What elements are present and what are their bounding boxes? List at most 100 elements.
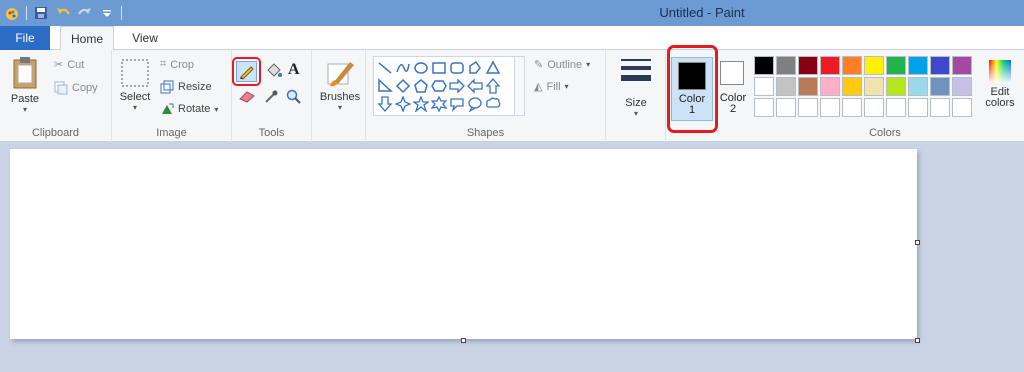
palette-swatch[interactable] bbox=[886, 56, 906, 75]
paste-label: Paste bbox=[10, 93, 40, 105]
triangle-shape-icon[interactable] bbox=[485, 60, 501, 76]
chevron-down-icon: ▾ bbox=[132, 103, 137, 112]
rectangle-shape-icon[interactable] bbox=[431, 60, 447, 76]
rotate-icon bbox=[162, 103, 174, 114]
up-arrow-shape-icon[interactable] bbox=[485, 78, 501, 94]
outline-button[interactable]: ✎ Outline ▾ bbox=[534, 58, 590, 72]
resize-icon bbox=[160, 80, 174, 94]
right-triangle-shape-icon[interactable] bbox=[377, 78, 393, 94]
magnifier-icon bbox=[286, 89, 301, 104]
rotate-button[interactable]: Rotate ▾ bbox=[160, 102, 218, 116]
color2-number: 2 bbox=[729, 103, 737, 115]
palette-swatch[interactable] bbox=[886, 77, 906, 96]
palette-swatch[interactable] bbox=[930, 98, 950, 117]
rounded-callout-shape-icon[interactable] bbox=[449, 96, 465, 112]
color-palette bbox=[754, 56, 995, 118]
palette-swatch[interactable] bbox=[908, 56, 928, 75]
tab-home[interactable]: Home bbox=[60, 26, 114, 51]
palette-swatch[interactable] bbox=[864, 56, 884, 75]
fill-button[interactable]: ◭ Fill ▾ bbox=[534, 80, 569, 94]
colors-group: Color 1 Color 2 Edit colors Colors bbox=[666, 45, 1024, 142]
select-button[interactable]: Select ▾ bbox=[118, 58, 152, 112]
right-arrow-shape-icon[interactable] bbox=[449, 78, 465, 94]
palette-swatch[interactable] bbox=[776, 56, 796, 75]
palette-swatch[interactable] bbox=[930, 77, 950, 96]
palette-swatch[interactable] bbox=[908, 98, 928, 117]
polygon-shape-icon[interactable] bbox=[467, 60, 483, 76]
fill-label: Fill bbox=[546, 80, 561, 93]
palette-swatch[interactable] bbox=[842, 56, 862, 75]
chevron-down-icon: ▾ bbox=[564, 82, 569, 91]
color2-button[interactable]: Color 2 bbox=[717, 57, 749, 121]
copy-button[interactable]: Copy bbox=[54, 81, 98, 95]
size-label: Size bbox=[625, 97, 647, 109]
clipboard-group-label: Clipboard bbox=[31, 127, 80, 139]
cut-button[interactable]: ✂ Cut bbox=[54, 58, 84, 72]
palette-swatch[interactable] bbox=[842, 98, 862, 117]
rounded-rectangle-shape-icon[interactable] bbox=[449, 60, 465, 76]
magnifier-button[interactable] bbox=[286, 89, 302, 108]
palette-swatch[interactable] bbox=[952, 98, 972, 117]
shapes-scrollbar[interactable] bbox=[514, 57, 524, 115]
tools-group-label: Tools bbox=[258, 127, 285, 139]
pentagon-shape-icon[interactable] bbox=[413, 78, 429, 94]
down-arrow-shape-icon[interactable] bbox=[377, 96, 393, 112]
pencil-button[interactable] bbox=[236, 61, 257, 82]
resize-handle-corner[interactable] bbox=[915, 338, 920, 343]
palette-swatch[interactable] bbox=[798, 56, 818, 75]
outline-label: Outline bbox=[547, 58, 583, 71]
image-group: Select ▾ ⌗ Crop Resize Rotate ▾ Image bbox=[112, 50, 232, 142]
palette-swatch[interactable] bbox=[842, 77, 862, 96]
diamond-shape-icon[interactable] bbox=[395, 78, 411, 94]
brushes-button[interactable]: Brushes ▾ bbox=[318, 56, 362, 112]
oval-callout-shape-icon[interactable] bbox=[467, 96, 483, 112]
text-tool-icon[interactable]: A bbox=[288, 61, 300, 79]
palette-swatch[interactable] bbox=[864, 98, 884, 117]
palette-swatch[interactable] bbox=[820, 98, 840, 117]
hexagon-shape-icon[interactable] bbox=[431, 78, 447, 94]
palette-swatch[interactable] bbox=[886, 98, 906, 117]
edit-colors-button[interactable]: Edit colors bbox=[980, 58, 1020, 109]
palette-swatch[interactable] bbox=[754, 98, 774, 117]
four-point-star-shape-icon[interactable] bbox=[395, 96, 411, 112]
resize-handle-bottom[interactable] bbox=[461, 338, 466, 343]
palette-swatch[interactable] bbox=[776, 98, 796, 117]
palette-swatch[interactable] bbox=[930, 56, 950, 75]
tab-file[interactable]: File bbox=[0, 26, 50, 50]
line-shape-icon[interactable] bbox=[377, 60, 393, 76]
crop-button[interactable]: ⌗ Crop bbox=[160, 58, 194, 71]
palette-swatch[interactable] bbox=[864, 77, 884, 96]
palette-swatch[interactable] bbox=[776, 77, 796, 96]
paste-button[interactable]: Paste ▾ bbox=[8, 56, 42, 114]
palette-swatch[interactable] bbox=[820, 56, 840, 75]
cloud-callout-shape-icon[interactable] bbox=[485, 96, 501, 112]
color-picker-button[interactable] bbox=[263, 89, 279, 108]
resize-button[interactable]: Resize bbox=[160, 80, 212, 94]
title-bar: Untitled - Paint bbox=[0, 0, 1024, 26]
palette-swatch[interactable] bbox=[754, 77, 774, 96]
tab-view[interactable]: View bbox=[122, 26, 168, 50]
size-button[interactable]: Size ▾ bbox=[618, 56, 654, 118]
palette-swatch[interactable] bbox=[820, 77, 840, 96]
size-group: Size ▾ bbox=[606, 50, 666, 142]
palette-swatch[interactable] bbox=[798, 77, 818, 96]
palette-swatch[interactable] bbox=[798, 98, 818, 117]
eraser-button[interactable] bbox=[238, 90, 256, 107]
palette-swatch[interactable] bbox=[952, 56, 972, 75]
oval-shape-icon[interactable] bbox=[413, 60, 429, 76]
image-group-label: Image bbox=[156, 127, 187, 139]
resize-label: Resize bbox=[178, 81, 212, 93]
palette-swatch[interactable] bbox=[908, 77, 928, 96]
fill-bucket-button[interactable] bbox=[265, 62, 283, 83]
palette-swatch[interactable] bbox=[754, 56, 774, 75]
drawing-canvas[interactable] bbox=[10, 149, 917, 339]
left-arrow-shape-icon[interactable] bbox=[467, 78, 483, 94]
five-point-star-shape-icon[interactable] bbox=[413, 96, 429, 112]
edit-colors-label-2: colors bbox=[985, 97, 1015, 109]
curve-shape-icon[interactable] bbox=[395, 60, 411, 76]
clipboard-group: Paste ▾ ✂ Cut Copy Clipboard bbox=[0, 50, 112, 142]
six-point-star-shape-icon[interactable] bbox=[431, 96, 447, 112]
eyedropper-icon bbox=[265, 90, 278, 103]
palette-swatch[interactable] bbox=[952, 77, 972, 96]
resize-handle-right[interactable] bbox=[915, 240, 920, 245]
